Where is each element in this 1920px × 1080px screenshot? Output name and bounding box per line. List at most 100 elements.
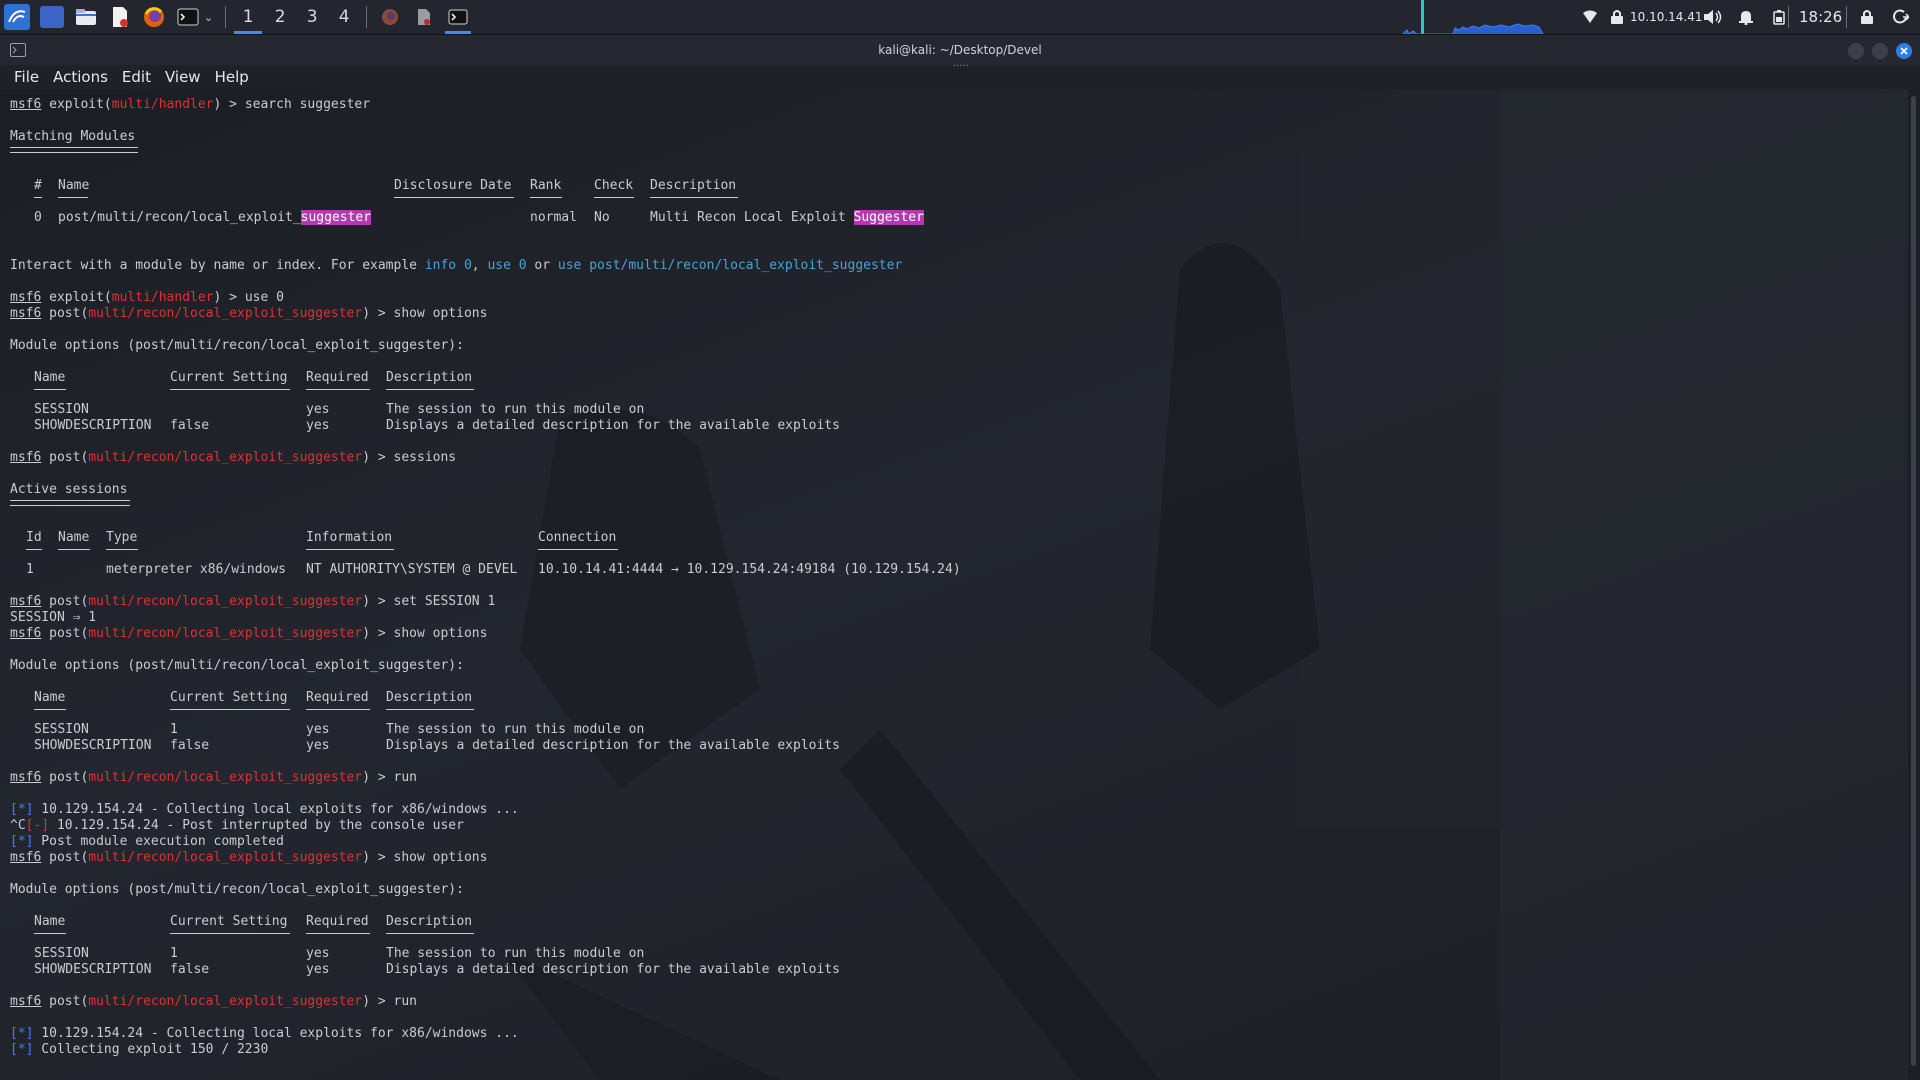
terminal-icon[interactable] bbox=[176, 6, 200, 28]
header-underline bbox=[530, 197, 562, 198]
opt-session-desc: The session to run this module on bbox=[386, 402, 645, 417]
workspace-4[interactable]: 4 bbox=[328, 0, 360, 34]
heading-double-underline bbox=[10, 500, 130, 506]
result-description: Multi Recon Local Exploit Suggester bbox=[650, 210, 924, 225]
drag-handle[interactable]: ····· bbox=[953, 61, 969, 72]
kali-menu-icon[interactable] bbox=[4, 4, 30, 30]
module-options-heading: Module options (post/multi/recon/local_e… bbox=[10, 338, 464, 353]
vpn-lock-icon[interactable] bbox=[1610, 0, 1624, 34]
interact-hint: Interact with a module by name or index.… bbox=[10, 258, 903, 273]
taskbar: ⌄ 1 2 3 4 10.10.14.41 18:26 bbox=[0, 0, 1920, 35]
minimize-button[interactable] bbox=[1848, 43, 1864, 59]
lock-screen-icon[interactable] bbox=[1860, 0, 1874, 34]
result-index: 0 bbox=[34, 210, 42, 225]
prompt-module: multi/recon/local_exploit_suggester bbox=[88, 594, 363, 609]
header-underline bbox=[34, 197, 42, 198]
close-icon bbox=[1900, 47, 1908, 55]
prompt-module: multi/handler bbox=[111, 290, 214, 305]
opt-showdesc-required: yes bbox=[306, 962, 330, 977]
firefox-icon[interactable] bbox=[142, 6, 166, 28]
opt-header-current: Current Setting bbox=[170, 690, 288, 705]
notification-bell-icon[interactable] bbox=[1738, 0, 1754, 34]
prompt-module: multi/recon/local_exploit_suggester bbox=[88, 994, 363, 1009]
menu-edit[interactable]: Edit bbox=[122, 68, 151, 86]
opt-showdesc-name: SHOWDESCRIPTION bbox=[34, 418, 152, 433]
sess-header-information: Information bbox=[306, 530, 393, 545]
header-underline bbox=[538, 549, 618, 550]
scrollbar-thumb[interactable] bbox=[1911, 96, 1916, 1066]
battery-icon[interactable] bbox=[1773, 0, 1785, 34]
show-desktop-icon[interactable] bbox=[40, 6, 64, 28]
opt-header-required: Required bbox=[306, 690, 369, 705]
opt-showdesc-required: yes bbox=[306, 418, 330, 433]
opt-session-desc: The session to run this module on bbox=[386, 722, 645, 737]
header-underline bbox=[34, 709, 66, 710]
opt-showdesc-desc: Displays a detailed description for the … bbox=[386, 962, 840, 977]
chevron-down-icon[interactable]: ⌄ bbox=[204, 11, 213, 24]
opt-header-required: Required bbox=[306, 370, 369, 385]
opt-header-description: Description bbox=[386, 370, 473, 385]
text-editor-icon[interactable] bbox=[108, 6, 132, 28]
header-underline bbox=[34, 933, 66, 934]
workspace-2[interactable]: 2 bbox=[264, 0, 296, 34]
workspace-1[interactable]: 1 bbox=[232, 0, 264, 34]
opt-session-required: yes bbox=[306, 402, 330, 417]
clock[interactable]: 18:26 bbox=[1799, 0, 1842, 34]
prompt-module: multi/recon/local_exploit_suggester bbox=[88, 626, 363, 641]
terminal-output[interactable]: msf6 exploit(multi/handler) > search sug… bbox=[0, 89, 1908, 1080]
logout-icon[interactable] bbox=[1893, 0, 1909, 34]
header-underline bbox=[34, 389, 66, 390]
header-underline bbox=[386, 389, 474, 390]
sess-info: NT AUTHORITY\SYSTEM @ DEVEL bbox=[306, 562, 518, 577]
menu-help[interactable]: Help bbox=[215, 68, 249, 86]
opt-session-value: 1 bbox=[170, 722, 178, 737]
table-header-name: Name bbox=[58, 178, 90, 193]
header-underline bbox=[594, 197, 634, 198]
command-text: ) > show options bbox=[362, 626, 488, 641]
table-header-check: Check bbox=[594, 178, 634, 193]
command-text: ) > sessions bbox=[362, 450, 457, 465]
status-completed: [*] Post module execution completed bbox=[10, 834, 284, 849]
header-underline bbox=[170, 933, 290, 934]
prompt-context: post( bbox=[49, 770, 89, 785]
prompt: msf6 bbox=[10, 850, 42, 865]
menu-view[interactable]: View bbox=[165, 68, 201, 86]
prompt-context: post( bbox=[49, 306, 89, 321]
close-button[interactable] bbox=[1896, 43, 1912, 59]
window-button-firefox[interactable] bbox=[373, 0, 407, 34]
opt-showdesc-value: false bbox=[170, 418, 210, 433]
prompt-context: post( bbox=[49, 626, 89, 641]
sess-header-type: Type bbox=[106, 530, 138, 545]
sess-header-name: Name bbox=[58, 530, 90, 545]
command-text: ) > run bbox=[362, 770, 418, 785]
menu-file[interactable]: File bbox=[14, 68, 39, 86]
opt-header-description: Description bbox=[386, 690, 473, 705]
status-progress: [*] Collecting exploit 150 / 2230 bbox=[10, 1042, 269, 1057]
prompt-module: multi/recon/local_exploit_suggester bbox=[88, 850, 363, 865]
menu-actions[interactable]: Actions bbox=[53, 68, 108, 86]
header-underline bbox=[58, 197, 88, 198]
prompt-context: post( bbox=[49, 850, 89, 865]
window-button-terminal[interactable] bbox=[441, 0, 475, 34]
header-underline bbox=[306, 549, 394, 550]
maximize-button[interactable] bbox=[1872, 43, 1888, 59]
window-button-editor[interactable] bbox=[407, 0, 441, 34]
workspace-3[interactable]: 3 bbox=[296, 0, 328, 34]
prompt-context: exploit( bbox=[49, 97, 112, 112]
opt-showdesc-desc: Displays a detailed description for the … bbox=[386, 738, 840, 753]
volume-icon[interactable] bbox=[1703, 0, 1723, 34]
opt-showdesc-desc: Displays a detailed description for the … bbox=[386, 418, 840, 433]
taskbar-divider bbox=[225, 6, 227, 28]
prompt-context: post( bbox=[49, 450, 89, 465]
network-graph bbox=[1402, 0, 1544, 34]
file-manager-icon[interactable] bbox=[74, 6, 98, 28]
heading-double-underline bbox=[10, 147, 138, 153]
opt-session-required: yes bbox=[306, 722, 330, 737]
taskbar-divider bbox=[366, 6, 368, 28]
header-underline bbox=[170, 709, 290, 710]
opt-session-name: SESSION bbox=[34, 946, 89, 961]
opt-header-description: Description bbox=[386, 914, 473, 929]
window-title: kali@kali: ~/Desktop/Devel bbox=[878, 43, 1042, 57]
wifi-icon[interactable] bbox=[1582, 0, 1598, 34]
module-options-heading: Module options (post/multi/recon/local_e… bbox=[10, 882, 464, 897]
